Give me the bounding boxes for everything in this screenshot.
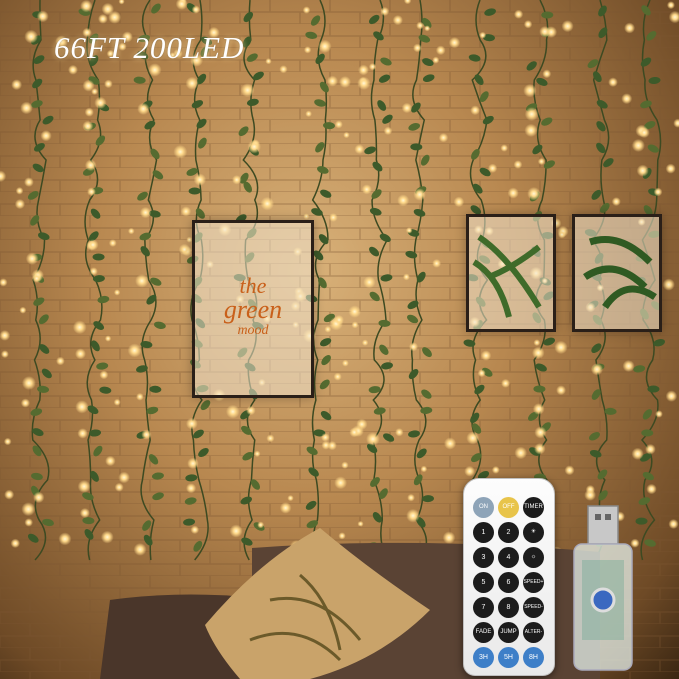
remote-button-1: ON (473, 497, 494, 518)
remote-button-17: JUMP (498, 622, 519, 643)
headline: 66FT 200LED (54, 30, 245, 65)
poster-line-3: mood (237, 323, 269, 338)
remote-button-11: 6 (498, 572, 519, 593)
remote-button-9: ☼ (523, 547, 544, 568)
palm-leaf-icon (472, 234, 542, 318)
remote-button-19: 3H (473, 647, 494, 668)
remote-button-13: 7 (473, 597, 494, 618)
remote-button-15: SPEED- (523, 597, 544, 618)
poster-line-2: green (223, 295, 283, 324)
remote-button-20: 5H (498, 647, 519, 668)
remote-button-14: 8 (498, 597, 519, 618)
remote-button-12: SPEED+ (523, 572, 544, 593)
remote-button-21: 8H (523, 647, 544, 668)
remote-button-7: 3 (473, 547, 494, 568)
monstera-leaf-icon (583, 236, 657, 310)
remote-button-2: OFF (498, 497, 519, 518)
remote-button-18: ALTER-NATE (523, 622, 544, 656)
picture-frame-palm-1 (466, 214, 556, 332)
usb-controller-icon (573, 505, 633, 671)
picture-frame-green-mood: the green mood (192, 220, 314, 398)
remote-button-8: 4 (498, 547, 519, 568)
remote-button-10: 5 (473, 572, 494, 593)
remote-button-4: 1 (473, 522, 494, 543)
remote-button-16: FADE (473, 622, 494, 643)
product-photo: 66FT 200LED the green mood ON OFF TIMER 1 2 ☀… (0, 0, 679, 679)
remote-button-5: 2 (498, 522, 519, 543)
remote-button-3: TIMER (523, 497, 544, 518)
picture-frame-palm-2 (572, 214, 662, 332)
remote-control: ON OFF TIMER 1 2 ☀ 3 4 ☼ 5 6 SPEED+ 7 8 SPEED- FADE JUMP… (463, 478, 555, 676)
remote-button-6: ☀ (523, 522, 544, 543)
